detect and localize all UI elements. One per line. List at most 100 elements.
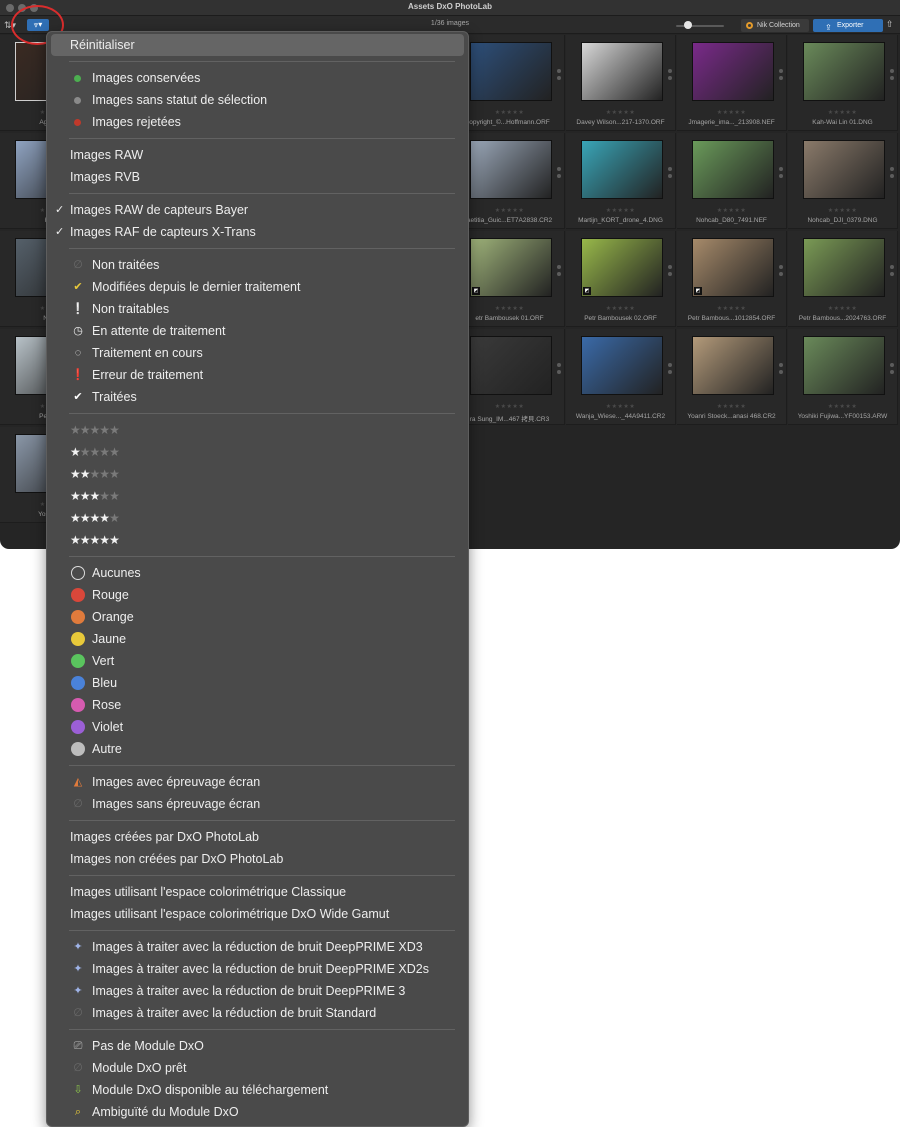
thumbnail-status-dots[interactable] xyxy=(668,363,673,377)
menu-item-color-2[interactable]: Orange xyxy=(47,606,468,628)
menu-item-rating-0[interactable]: ★★★★★ xyxy=(47,419,468,441)
thumbnail-rating-stars[interactable]: ★★★★★ xyxy=(455,403,564,410)
thumbnail-rating-stars[interactable]: ★★★★★ xyxy=(677,305,786,312)
grid-thumbnail-cell[interactable]: ★★★★★ Wanja_Wiese..._44A9411.CR2 xyxy=(566,329,676,425)
thumbnail-status-dots[interactable] xyxy=(557,167,562,181)
thumbnail-image[interactable] xyxy=(803,42,885,101)
menu-item-raw-rvb-0[interactable]: Images RAW xyxy=(47,144,468,166)
grid-thumbnail-cell[interactable]: ★★★★★ Nohcab_D80_7491.NEF xyxy=(677,133,787,229)
menu-item-created-1[interactable]: Images non créées par DxO PhotoLab xyxy=(47,848,468,870)
menu-item-rating-2[interactable]: ★★★★★ xyxy=(47,463,468,485)
thumbnail-status-dots[interactable] xyxy=(890,167,895,181)
thumbnail-image[interactable] xyxy=(581,140,663,199)
grid-thumbnail-cell[interactable]: ◩ ★★★★★ etr Bambousek 01.ORF xyxy=(455,231,565,327)
thumbnail-image[interactable] xyxy=(470,140,552,199)
thumbnail-rating-stars[interactable]: ★★★★★ xyxy=(677,109,786,116)
thumbnail-image[interactable] xyxy=(692,140,774,199)
menu-item-denoise-1[interactable]: ✦ Images à traiter avec la réduction de b… xyxy=(47,958,468,980)
grid-thumbnail-cell[interactable]: ★★★★★ Nohcab_DJI_0379.DNG xyxy=(788,133,898,229)
thumbnail-rating-stars[interactable]: ★★★★★ xyxy=(455,207,564,214)
menu-item-processing-5[interactable]: ❗ Erreur de traitement xyxy=(47,364,468,386)
thumbnail-status-dots[interactable] xyxy=(779,167,784,181)
thumbnail-image[interactable] xyxy=(692,336,774,395)
share-icon[interactable]: ⇧ xyxy=(886,19,894,30)
menu-item-processing-2[interactable]: ❕ Non traitables xyxy=(47,298,468,320)
thumbnail-image[interactable] xyxy=(803,336,885,395)
thumbnail-rating-stars[interactable]: ★★★★★ xyxy=(788,403,897,410)
menu-item-color-3[interactable]: Jaune xyxy=(47,628,468,650)
thumbnail-image[interactable] xyxy=(470,42,552,101)
menu-item-rating-3[interactable]: ★★★★★ xyxy=(47,485,468,507)
thumbnail-rating-stars[interactable]: ★★★★★ xyxy=(788,109,897,116)
thumbnail-rating-stars[interactable]: ★★★★★ xyxy=(788,207,897,214)
grid-thumbnail-cell[interactable]: ★★★★★ Petr Bambous...2024763.ORF xyxy=(788,231,898,327)
menu-item-processing-3[interactable]: ◷ En attente de traitement xyxy=(47,320,468,342)
thumbnail-image[interactable] xyxy=(581,238,663,297)
thumbnail-image[interactable] xyxy=(470,238,552,297)
menu-item-processing-1[interactable]: ✔ Modifiées depuis le dernier traitement xyxy=(47,276,468,298)
grid-thumbnail-cell[interactable]: ★★★★★ Yoanri Stoeck...anasi 468.CR2 xyxy=(677,329,787,425)
grid-thumbnail-cell[interactable]: ★★★★★ Kah-Wai Lin 01.DNG xyxy=(788,35,898,131)
thumbnail-rating-stars[interactable]: ★★★★★ xyxy=(677,207,786,214)
menu-item-denoise-2[interactable]: ✦ Images à traiter avec la réduction de b… xyxy=(47,980,468,1002)
export-button[interactable]: ⇪ Exporter xyxy=(813,19,883,32)
thumbnail-status-dots[interactable] xyxy=(890,363,895,377)
menu-item-color-4[interactable]: Vert xyxy=(47,650,468,672)
menu-item-colorspace-0[interactable]: Images utilisant l'espace colorimétrique… xyxy=(47,881,468,903)
thumbnail-image[interactable] xyxy=(581,42,663,101)
menu-item-rating-4[interactable]: ★★★★★ xyxy=(47,507,468,529)
thumbnail-status-dots[interactable] xyxy=(890,69,895,83)
thumbnail-rating-stars[interactable]: ★★★★★ xyxy=(788,305,897,312)
menu-item-selection-2[interactable]: Images rejetées xyxy=(47,111,468,133)
thumbnail-rating-stars[interactable]: ★★★★★ xyxy=(677,403,786,410)
menu-item-color-1[interactable]: Rouge xyxy=(47,584,468,606)
menu-item-color-0[interactable]: Aucunes xyxy=(47,562,468,584)
menu-item-selection-0[interactable]: Images conservées xyxy=(47,67,468,89)
menu-item-processing-6[interactable]: ✔ Traitées xyxy=(47,386,468,408)
thumbnail-status-dots[interactable] xyxy=(890,265,895,279)
menu-item-denoise-3[interactable]: ∅ Images à traiter avec la réduction de b… xyxy=(47,1002,468,1024)
thumbnail-rating-stars[interactable]: ★★★★★ xyxy=(566,109,675,116)
grid-thumbnail-cell[interactable]: ★★★★★ opyright_©...Hoffmann.ORF xyxy=(455,35,565,131)
thumbnail-image[interactable] xyxy=(692,238,774,297)
grid-thumbnail-cell[interactable]: ★★★★★ aetitia_Guic...ET7A2838.CR2 xyxy=(455,133,565,229)
menu-item-module-3[interactable]: ⌕ Ambiguïté du Module DxO xyxy=(47,1101,468,1123)
menu-item-selection-1[interactable]: Images sans statut de sélection xyxy=(47,89,468,111)
grid-thumbnail-cell[interactable]: ★★★★★ Martijn_KORT_drone_4.DNG xyxy=(566,133,676,229)
thumbnail-status-dots[interactable] xyxy=(557,69,562,83)
thumbnail-image[interactable] xyxy=(581,336,663,395)
thumbnail-rating-stars[interactable]: ★★★★★ xyxy=(566,207,675,214)
menu-item-module-1[interactable]: ∅ Module DxO prêt xyxy=(47,1057,468,1079)
thumbnail-status-dots[interactable] xyxy=(557,265,562,279)
menu-item-raw-rvb-1[interactable]: Images RVB xyxy=(47,166,468,188)
menu-item-color-8[interactable]: Autre xyxy=(47,738,468,760)
thumbnail-image[interactable] xyxy=(470,336,552,395)
grid-thumbnail-cell[interactable]: ★★★★★ Davey Wilson...217-1370.ORF xyxy=(566,35,676,131)
grid-thumbnail-cell[interactable]: ◩ ★★★★★ Petr Bambous...1012854.ORF xyxy=(677,231,787,327)
menu-item-reset[interactable]: Réinitialiser xyxy=(51,34,464,56)
menu-item-color-7[interactable]: Violet xyxy=(47,716,468,738)
thumbnail-rating-stars[interactable]: ★★★★★ xyxy=(455,305,564,312)
grid-thumbnail-cell[interactable]: ◩ ★★★★★ Petr Bambousek 02.ORF xyxy=(566,231,676,327)
thumbnail-status-dots[interactable] xyxy=(668,69,673,83)
menu-item-processing-4[interactable]: ◌ Traitement en cours xyxy=(47,342,468,364)
thumbnail-size-slider-knob[interactable] xyxy=(684,21,692,29)
menu-item-proofing-0[interactable]: ◭ Images avec épreuvage écran xyxy=(47,771,468,793)
nik-collection-button[interactable]: Nik Collection xyxy=(741,19,809,32)
thumbnail-rating-stars[interactable]: ★★★★★ xyxy=(566,403,675,410)
menu-item-rating-1[interactable]: ★★★★★ xyxy=(47,441,468,463)
thumbnail-rating-stars[interactable]: ★★★★★ xyxy=(566,305,675,312)
menu-item-color-5[interactable]: Bleu xyxy=(47,672,468,694)
thumbnail-status-dots[interactable] xyxy=(779,363,784,377)
thumbnail-status-dots[interactable] xyxy=(668,265,673,279)
grid-thumbnail-cell[interactable]: ★★★★★ ra Sung_IM...467 拷貝.CR3 xyxy=(455,329,565,425)
thumbnail-status-dots[interactable] xyxy=(668,167,673,181)
thumbnail-rating-stars[interactable]: ★★★★★ xyxy=(455,109,564,116)
thumbnail-image[interactable] xyxy=(692,42,774,101)
grid-thumbnail-cell[interactable]: ★★★★★ Jmagerie_ima..._213908.NEF xyxy=(677,35,787,131)
menu-item-sensor-1[interactable]: ✓ Images RAF de capteurs X-Trans xyxy=(47,221,468,243)
menu-item-denoise-0[interactable]: ✦ Images à traiter avec la réduction de b… xyxy=(47,936,468,958)
thumbnail-status-dots[interactable] xyxy=(557,363,562,377)
menu-item-processing-0[interactable]: ∅ Non traitées xyxy=(47,254,468,276)
menu-item-created-0[interactable]: Images créées par DxO PhotoLab xyxy=(47,826,468,848)
